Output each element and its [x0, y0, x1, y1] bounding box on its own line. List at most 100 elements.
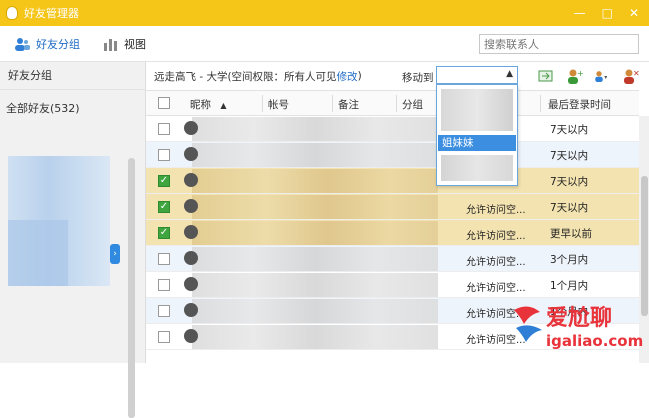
avatar [184, 147, 198, 161]
row-checkbox[interactable] [158, 305, 170, 317]
dropdown-option-blurred[interactable] [441, 89, 513, 131]
row-last-login: 7天以内 [550, 124, 589, 136]
column-account[interactable]: 帐号 [268, 97, 289, 112]
blurred-friend-info [192, 299, 438, 323]
export-icon[interactable] [537, 68, 555, 84]
table-row[interactable]: 7天以内 [146, 142, 639, 168]
window-title: 好友管理器 [24, 7, 79, 20]
column-divider [540, 95, 541, 112]
watermark-url: igaliao.com [546, 332, 644, 350]
svg-text:✕: ✕ [633, 69, 639, 78]
blurred-friend-info [192, 143, 438, 167]
column-last-login[interactable]: 最后登录时间 [548, 97, 611, 112]
row-last-login: 3个月内 [550, 254, 589, 266]
avatar [184, 251, 198, 265]
blurred-friend-info [192, 247, 438, 271]
expand-tab[interactable]: › [110, 244, 120, 264]
avatar [184, 277, 198, 291]
sidebar-header: 好友分组 [0, 62, 145, 90]
table-header: 昵称 ▲ 帐号 备注 分组 最后登录时间 [146, 90, 639, 116]
row-remark: 允许访问空... [466, 257, 526, 268]
close-button[interactable]: ✕ [629, 6, 639, 20]
row-remark: 允许访问空... [466, 231, 526, 242]
tab-friend-groups[interactable]: 好友分组 [14, 36, 80, 52]
row-last-login: 1个月内 [550, 280, 589, 292]
dropdown-arrow-icon: ▲ [506, 69, 513, 79]
row-remark: 允许访问空... [466, 283, 526, 294]
avatar [184, 121, 198, 135]
maximize-button[interactable]: □ [602, 6, 613, 20]
tab-friend-groups-label: 好友分组 [36, 37, 80, 51]
modify-link[interactable]: 修改 [337, 69, 358, 84]
avatar [184, 173, 198, 187]
move-to-dropdown-list: 姐妹妹 [436, 84, 518, 186]
column-divider [262, 95, 263, 112]
title-bar: 好友管理器 — □ ✕ [0, 0, 649, 26]
bar-chart-icon [104, 38, 117, 51]
blurred-friend-info [192, 195, 438, 219]
row-checkbox[interactable]: ✓ [158, 201, 170, 213]
manage-friend-icon[interactable]: ▾ [593, 68, 611, 84]
svg-text:+: + [577, 69, 583, 78]
table-row[interactable]: 7天以内 [146, 116, 639, 142]
column-nickname-label: 昵称 [190, 99, 211, 111]
row-checkbox[interactable] [158, 279, 170, 291]
dropdown-option-blurred[interactable] [441, 155, 513, 181]
blurred-group-selected [8, 220, 68, 286]
blurred-friend-info [192, 273, 438, 297]
row-last-login: 7天以内 [550, 150, 589, 162]
toolbar: 好友分组 视图 [0, 26, 649, 62]
avatar [184, 225, 198, 239]
delete-friend-icon[interactable]: ✕ [621, 68, 639, 84]
blurred-friend-info [192, 117, 438, 141]
minimize-button[interactable]: — [574, 6, 586, 20]
row-last-login: 更早以前 [550, 228, 592, 240]
users-icon [15, 37, 30, 51]
avatar [184, 303, 198, 317]
table-row[interactable]: 允许访问空... 3个月内 [146, 246, 639, 272]
column-divider [396, 95, 397, 112]
row-remark: 允许访问空... [466, 205, 526, 216]
tab-view[interactable]: 视图 [102, 36, 146, 52]
column-divider [332, 95, 333, 112]
group-path-text: 远走高飞 - 大学(空间权限：所有人可见 [154, 70, 337, 83]
row-checkbox[interactable] [158, 123, 170, 135]
penguin-app-icon [6, 6, 18, 20]
blurred-friend-info [192, 325, 438, 349]
row-last-login: 7天以内 [550, 176, 589, 188]
column-group[interactable]: 分组 [402, 97, 423, 112]
watermark-logo-icon [514, 306, 542, 342]
group-sidebar: 好友分组 全部好友(532) › [0, 62, 146, 418]
table-row[interactable]: ✓ 7天以内 [146, 168, 639, 194]
scrollbar-thumb[interactable] [641, 176, 648, 316]
watermark: 爱尬聊 igaliao.com [510, 300, 646, 360]
table-row[interactable]: ✓ 允许访问空... 更早以前 [146, 220, 639, 246]
table-row[interactable]: 允许访问空... 1个月内 [146, 272, 639, 298]
group-path-close: ) [357, 70, 362, 82]
select-all-checkbox[interactable] [158, 97, 170, 109]
search-input[interactable] [479, 34, 639, 54]
sort-asc-icon: ▲ [220, 101, 227, 110]
sidebar-item-all-friends[interactable]: 全部好友(532) [6, 100, 80, 116]
move-to-label: 移动到 [402, 72, 434, 84]
tab-view-label: 视图 [124, 37, 146, 51]
avatar [184, 329, 198, 343]
watermark-text: 爱尬聊 [546, 306, 613, 331]
row-checkbox[interactable] [158, 331, 170, 343]
column-nickname[interactable]: 昵称 ▲ [190, 97, 227, 112]
move-to-select[interactable]: ▲ [436, 66, 518, 84]
row-checkbox[interactable] [158, 253, 170, 265]
row-last-login: 7天以内 [550, 202, 589, 214]
avatar [184, 199, 198, 213]
row-checkbox[interactable]: ✓ [158, 175, 170, 187]
column-remark[interactable]: 备注 [338, 97, 359, 112]
table-row[interactable]: ✓ 允许访问空... 7天以内 [146, 194, 639, 220]
dropdown-option-highlighted[interactable]: 姐妹妹 [438, 135, 516, 151]
add-friend-icon[interactable]: + [565, 68, 583, 84]
row-checkbox[interactable]: ✓ [158, 227, 170, 239]
svg-text:▾: ▾ [604, 74, 607, 81]
blurred-friend-info [192, 169, 438, 193]
group-info-bar: 远走高飞 - 大学(空间权限：所有人可见 修改 ) 移动到 ▲ + ▾ ✕ [146, 62, 649, 90]
sidebar-scrollbar[interactable] [128, 158, 135, 418]
row-checkbox[interactable] [158, 149, 170, 161]
